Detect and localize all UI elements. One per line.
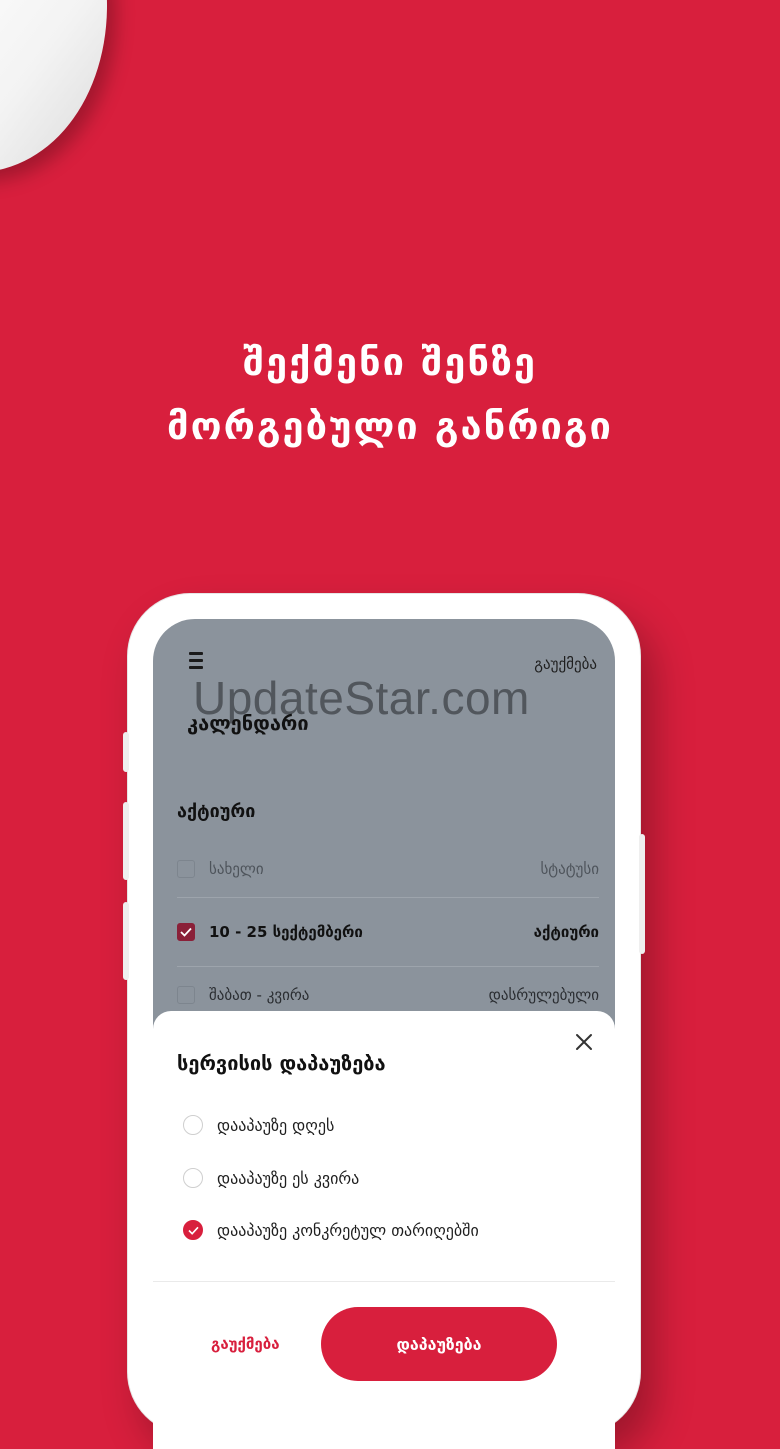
table-header-row: სახელი სტატუსი	[177, 841, 599, 898]
cancel-top-link[interactable]: გაუქმება	[534, 655, 597, 673]
phone-side-button	[123, 732, 129, 772]
pause-button[interactable]: დაპაუზება	[321, 1307, 557, 1381]
phone-side-button	[123, 902, 129, 980]
radio-button[interactable]	[183, 1115, 203, 1135]
row-status: აქტიური	[533, 923, 599, 941]
option-label: დააპაუზე ეს კვირა	[217, 1168, 360, 1188]
column-header-status: სტატუსი	[540, 860, 599, 878]
pause-option-dates[interactable]: დააპაუზე კონკრეტულ თარიღებში	[183, 1220, 479, 1240]
phone-side-button	[123, 802, 129, 880]
checkmark-icon	[187, 1226, 199, 1235]
phone-side-button	[639, 834, 645, 954]
select-all-checkbox[interactable]	[177, 860, 195, 878]
option-label: დააპაუზე დღეს	[217, 1115, 335, 1135]
radio-button[interactable]	[183, 1168, 203, 1188]
headline-line-2: მორგებული განრიგი	[167, 404, 613, 448]
close-icon[interactable]	[575, 1033, 593, 1051]
column-header-name: სახელი	[209, 860, 264, 878]
row-checkbox[interactable]	[177, 923, 195, 941]
row-name: შაბათ - კვირა	[209, 986, 310, 1004]
headline-line-1: შექმენი შენზე	[243, 340, 537, 384]
row-name: 10 - 25 სექტემბერი	[209, 923, 363, 941]
divider	[153, 1281, 615, 1282]
page-title: კალენდარი	[187, 711, 309, 735]
phone-frame: გაუქმება UpdateStar.com კალენდარი აქტიურ…	[123, 594, 645, 1449]
sheet-title: სერვისის დაპაუზება	[177, 1051, 386, 1075]
pause-option-week[interactable]: დააპაუზე ეს კვირა	[183, 1168, 359, 1188]
option-label: დააპაუზე კონკრეტულ თარიღებში	[217, 1220, 479, 1240]
radio-button-selected[interactable]	[183, 1220, 203, 1240]
cancel-button[interactable]: გაუქმება	[211, 1335, 280, 1353]
app-screen: გაუქმება UpdateStar.com კალენდარი აქტიურ…	[153, 619, 615, 1449]
row-status: დასრულებული	[488, 986, 599, 1004]
hamburger-icon[interactable]	[189, 652, 203, 673]
table-row[interactable]: 10 - 25 სექტემბერი აქტიური	[177, 898, 599, 967]
row-checkbox[interactable]	[177, 986, 195, 1004]
active-section-heading: აქტიური	[177, 801, 256, 822]
page-curl-decoration	[0, 0, 130, 177]
pause-option-today[interactable]: დააპაუზე დღეს	[183, 1115, 334, 1135]
pause-service-sheet: სერვისის დაპაუზება დააპაუზე დღეს დააპაუზ…	[153, 1011, 615, 1449]
checkmark-icon	[180, 927, 192, 937]
